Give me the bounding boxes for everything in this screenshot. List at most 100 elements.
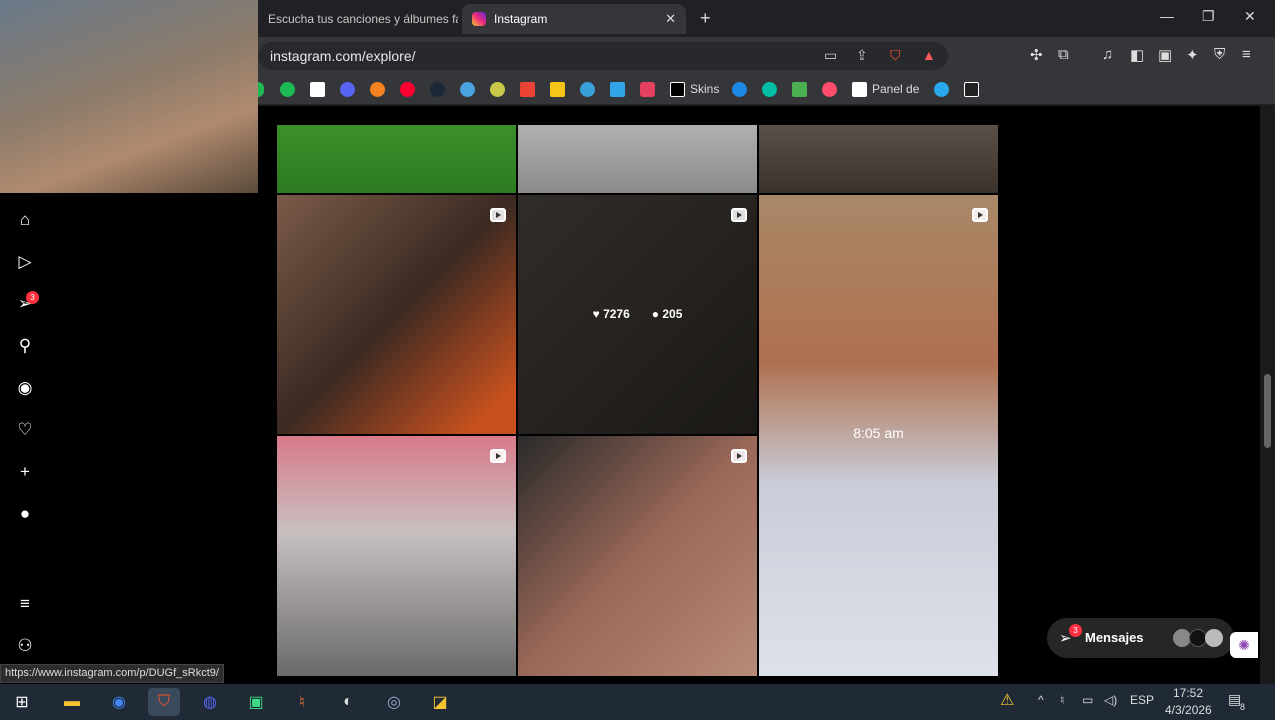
post-tile[interactable] bbox=[277, 125, 516, 193]
gmail-icon[interactable] bbox=[520, 82, 535, 97]
share-icon[interactable]: ⇪ bbox=[856, 47, 868, 64]
post-tile[interactable]: 8:05 am bbox=[759, 195, 998, 676]
comments-stat: ● 205 bbox=[651, 307, 683, 321]
bookmark-star-icon[interactable] bbox=[550, 82, 565, 97]
start-icon[interactable]: ⊞ bbox=[6, 688, 38, 716]
brave-icon[interactable]: ⛉ bbox=[148, 688, 180, 716]
likes-count: 7276 bbox=[603, 307, 630, 321]
search-icon[interactable]: ⚲ bbox=[14, 335, 36, 357]
leo-ai-icon[interactable]: ✦ bbox=[1186, 46, 1199, 64]
skins-icon[interactable] bbox=[670, 82, 685, 97]
create-icon[interactable]: + bbox=[14, 461, 36, 483]
reel-icon bbox=[490, 449, 506, 463]
bookmark-yellow-icon[interactable] bbox=[490, 82, 505, 97]
post-tile[interactable] bbox=[518, 436, 757, 676]
close-tab-icon[interactable]: ✕ bbox=[665, 11, 676, 27]
extensions-icon[interactable]: ✣ bbox=[1030, 46, 1043, 64]
steam-icon[interactable] bbox=[430, 82, 445, 97]
also-from-meta-icon[interactable]: ⚇ bbox=[14, 635, 36, 657]
reel-icon bbox=[731, 449, 747, 463]
bookmark-skins-label[interactable]: Skins bbox=[690, 82, 719, 96]
post-stats: ♥ 7276 ● 205 bbox=[518, 307, 757, 321]
post-tile-hovered[interactable]: ♥ 7276 ● 205 bbox=[518, 195, 757, 434]
chrome-icon[interactable]: ◉ bbox=[103, 688, 135, 716]
comments-count: 205 bbox=[662, 307, 683, 321]
tab-spotify[interactable]: Escucha tus canciones y álbumes fav bbox=[258, 4, 458, 34]
clock-date[interactable]: 4/3/2026 bbox=[1165, 703, 1212, 717]
url-text[interactable]: instagram.com/explore/ bbox=[270, 48, 416, 64]
sidebar-icon[interactable]: ◧ bbox=[1130, 46, 1144, 64]
tab-instagram[interactable]: Instagram ✕ bbox=[462, 4, 686, 34]
profile-avatar[interactable]: ● bbox=[14, 503, 36, 525]
avatar bbox=[1205, 629, 1223, 647]
close-window-button[interactable]: ✕ bbox=[1244, 8, 1256, 25]
language-indicator[interactable]: ESP bbox=[1130, 693, 1154, 707]
spotify-icon[interactable] bbox=[280, 82, 295, 97]
reel-icon bbox=[490, 208, 506, 222]
post-tile[interactable] bbox=[759, 125, 998, 193]
bookmark-panel-label[interactable]: Panel de bbox=[872, 82, 919, 96]
telegram-icon[interactable] bbox=[934, 82, 949, 97]
home-icon[interactable]: ⌂ bbox=[14, 209, 36, 231]
tray-chevron-icon[interactable]: ^ bbox=[1038, 693, 1044, 707]
bookmark-pink-icon[interactable] bbox=[640, 82, 655, 97]
network-icon[interactable]: ▭ bbox=[1082, 693, 1093, 707]
bookmark-blue-icon[interactable] bbox=[460, 82, 475, 97]
brave-shield-icon[interactable]: ⛉ bbox=[890, 47, 901, 64]
browser-window: Escucha tus canciones y álbumes fav Inst… bbox=[0, 0, 1275, 684]
bookmark-heart-icon[interactable] bbox=[822, 82, 837, 97]
wallet-icon[interactable]: ▣ bbox=[1158, 46, 1172, 64]
explore-icon[interactable]: ◉ bbox=[14, 377, 36, 399]
bookmark-m-icon[interactable] bbox=[732, 82, 747, 97]
media-icon[interactable]: ♫ bbox=[1102, 46, 1113, 63]
panel-icon[interactable] bbox=[852, 82, 867, 97]
file-explorer-icon[interactable]: ▬ bbox=[56, 688, 88, 716]
webcam-overlay bbox=[0, 0, 258, 193]
address-bar[interactable]: instagram.com/explore/ ▭ ⇪ ⛉ ▲ bbox=[258, 42, 948, 70]
taskbar: ⊞ ▬ ◉ ⛉ ◍ ▣ ♮ ◐ ◎ ◪ ⚠ ^ ♮ ▭ ◁) ESP 17:52… bbox=[0, 684, 1275, 720]
notification-count: 8 bbox=[1240, 702, 1246, 712]
volume-icon[interactable]: ◁) bbox=[1104, 693, 1117, 707]
reels-icon[interactable]: ▷ bbox=[14, 251, 36, 273]
vpn-icon[interactable]: ⛨ bbox=[1214, 46, 1225, 63]
more-menu-icon[interactable]: ≡ bbox=[14, 593, 36, 615]
page-scrollbar[interactable] bbox=[1260, 106, 1275, 684]
post-tile[interactable] bbox=[518, 125, 757, 193]
scrollbar-thumb[interactable] bbox=[1264, 374, 1271, 448]
screenshot-icon[interactable]: ⧉ bbox=[1058, 46, 1069, 63]
android-icon[interactable]: ▣ bbox=[240, 688, 272, 716]
bookmark-box-icon[interactable] bbox=[964, 82, 979, 97]
minimize-button[interactable]: — bbox=[1160, 8, 1174, 24]
post-tile[interactable] bbox=[277, 195, 516, 434]
menu-icon[interactable]: ≡ bbox=[1242, 46, 1251, 63]
trello-icon[interactable] bbox=[610, 82, 625, 97]
bookmark-green-icon[interactable] bbox=[792, 82, 807, 97]
tab-spotify-label: Escucha tus canciones y álbumes fav bbox=[268, 12, 458, 26]
steam-icon[interactable]: ◎ bbox=[378, 688, 410, 716]
app-icon[interactable]: ◪ bbox=[424, 688, 456, 716]
messages-badge: 3 bbox=[1069, 624, 1082, 637]
likes-stat: ♥ 7276 bbox=[592, 307, 630, 321]
brave-rewards-icon[interactable]: ▲ bbox=[922, 47, 936, 63]
cast-icon[interactable]: ▭ bbox=[824, 47, 837, 64]
new-tab-button[interactable]: + bbox=[700, 8, 711, 29]
bookmark-teal-icon[interactable] bbox=[762, 82, 777, 97]
discord-icon[interactable] bbox=[340, 82, 355, 97]
microphone-icon[interactable]: ♮ bbox=[286, 688, 318, 716]
heart-icon[interactable]: ♡ bbox=[14, 419, 36, 441]
x-icon[interactable] bbox=[310, 82, 325, 97]
bookmark-orange-icon[interactable] bbox=[370, 82, 385, 97]
restore-button[interactable]: ❐ bbox=[1202, 8, 1215, 25]
youtube-icon[interactable] bbox=[400, 82, 415, 97]
clock-time[interactable]: 17:52 bbox=[1173, 686, 1203, 700]
cloud-icon[interactable] bbox=[580, 82, 595, 97]
warning-icon[interactable]: ⚠ bbox=[1000, 690, 1014, 710]
post-tile[interactable] bbox=[277, 436, 516, 676]
ai-assistant-icon[interactable]: ✺ bbox=[1230, 632, 1258, 658]
bookmark-partial-icon[interactable] bbox=[258, 82, 264, 97]
discord-icon[interactable]: ◍ bbox=[194, 688, 226, 716]
mic-tray-icon[interactable]: ♮ bbox=[1060, 693, 1064, 707]
messages-button[interactable]: ➢ 3 Mensajes bbox=[1047, 618, 1234, 658]
obs-icon[interactable]: ◐ bbox=[332, 688, 364, 716]
notifications-badge: 3 bbox=[26, 291, 39, 304]
